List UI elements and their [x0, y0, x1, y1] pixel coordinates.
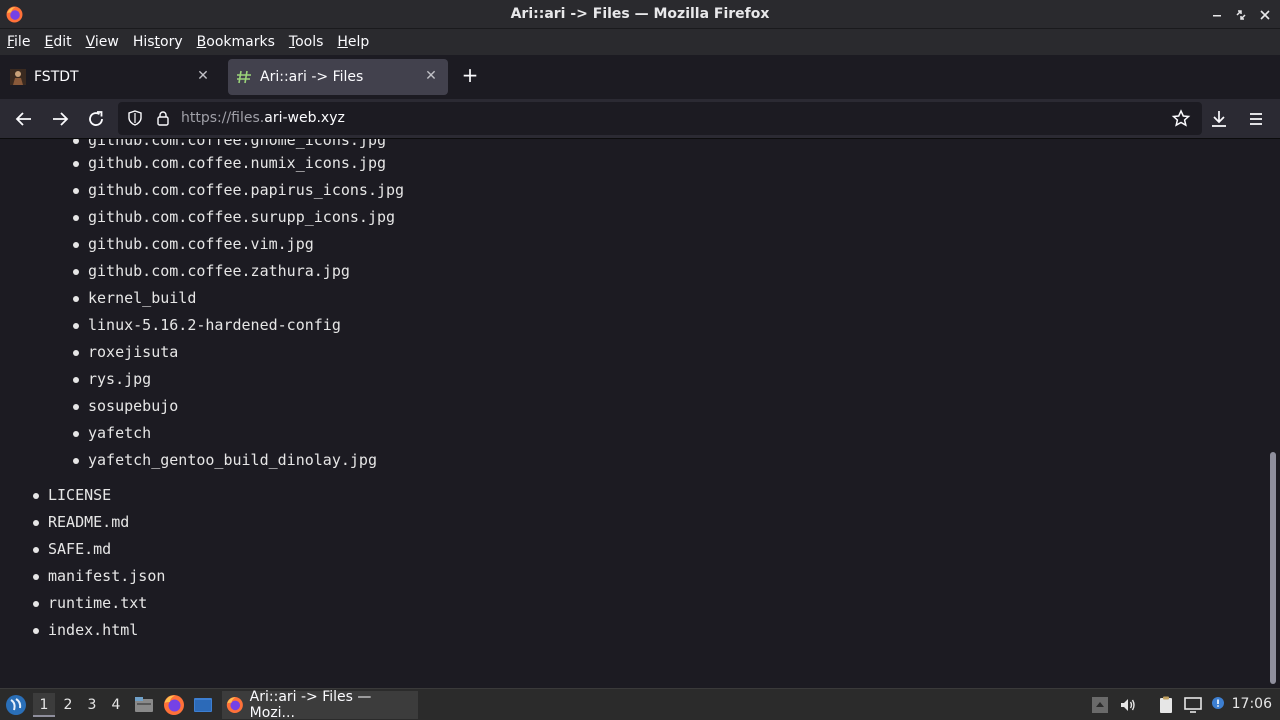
- list-item[interactable]: yafetch_gentoo_build_dinolay.jpg: [73, 450, 377, 470]
- bullet: [33, 601, 39, 607]
- url-bar[interactable]: https://files.ari-web.xyz: [118, 102, 1202, 135]
- display-icon[interactable]: [1183, 695, 1203, 715]
- menu-bookmarks[interactable]: Bookmarks: [197, 34, 275, 50]
- window-title: Ari::ari -> Files — Mozilla Firefox: [510, 6, 770, 22]
- tab-label: Ari::ari -> Files: [260, 69, 364, 85]
- list-item[interactable]: yafetch: [73, 423, 151, 443]
- bullet: [73, 296, 79, 302]
- list-item[interactable]: LICENSE: [33, 485, 111, 505]
- bullet: [73, 323, 79, 329]
- bullet: [33, 493, 39, 499]
- volume-icon[interactable]: [1118, 695, 1138, 715]
- bullet: [73, 377, 79, 383]
- page-scrollbar[interactable]: [1266, 139, 1280, 688]
- file-manager-icon[interactable]: [133, 694, 155, 716]
- menu-bar: File Edit View History Bookmarks Tools H…: [0, 29, 1280, 55]
- tab-fstdt[interactable]: FSTDT ✕: [8, 59, 220, 95]
- bookmark-star-icon[interactable]: [1169, 107, 1193, 131]
- list-item[interactable]: github.com.coffee.gnome_icons.jpg: [73, 139, 386, 150]
- menu-help[interactable]: Help: [337, 34, 369, 50]
- list-item[interactable]: github.com.coffee.numix_icons.jpg: [73, 153, 386, 173]
- clipboard-icon[interactable]: [1156, 695, 1176, 715]
- lock-icon[interactable]: [155, 110, 171, 126]
- list-item[interactable]: runtime.txt: [33, 593, 147, 613]
- workspace-1[interactable]: 1: [33, 693, 55, 717]
- forward-arrow-icon[interactable]: [48, 107, 72, 131]
- menu-edit[interactable]: Edit: [44, 34, 71, 50]
- list-item[interactable]: manifest.json: [33, 566, 165, 586]
- list-item[interactable]: rys.jpg: [73, 369, 151, 389]
- bullet: [73, 404, 79, 410]
- tab-close-icon[interactable]: ✕: [194, 67, 212, 85]
- bullet: [73, 188, 79, 194]
- bullet: [33, 520, 39, 526]
- tab-bar: FSTDT ✕ Ari::ari -> Files ✕: [0, 55, 1280, 99]
- close-icon[interactable]: [1256, 6, 1274, 24]
- clock[interactable]: 17:06: [1232, 696, 1272, 712]
- notification-icon[interactable]: [1208, 695, 1228, 715]
- taskbar-firefox-window[interactable]: Ari::ari -> Files — Mozi...: [222, 689, 418, 720]
- list-item[interactable]: github.com.coffee.papirus_icons.jpg: [73, 180, 404, 200]
- menu-file[interactable]: File: [7, 34, 30, 50]
- menu-history[interactable]: History: [133, 34, 183, 50]
- list-item[interactable]: linux-5.16.2-hardened-config: [73, 315, 341, 335]
- bullet: [73, 242, 79, 248]
- workspace-2[interactable]: 2: [57, 693, 79, 717]
- tab-label: FSTDT: [34, 69, 79, 85]
- start-menu-icon[interactable]: [5, 694, 27, 716]
- navigation-toolbar: https://files.ari-web.xyz: [0, 99, 1280, 139]
- back-arrow-icon[interactable]: [12, 107, 36, 131]
- hash-favicon-icon: [237, 70, 251, 84]
- menu-tools[interactable]: Tools: [289, 34, 324, 50]
- task-label: Ari::ari -> Files — Mozi...: [249, 689, 372, 720]
- window-titlebar: Ari::ari -> Files — Mozilla Firefox: [0, 0, 1280, 29]
- list-item[interactable]: sosupebujo: [73, 396, 178, 416]
- list-item[interactable]: index.html: [33, 620, 138, 640]
- tab-ari-files[interactable]: Ari::ari -> Files ✕: [228, 59, 448, 95]
- reload-icon[interactable]: [84, 107, 108, 131]
- bullet: [73, 458, 79, 464]
- tray-expand-icon[interactable]: [1090, 695, 1110, 715]
- bullet: [73, 215, 79, 221]
- hamburger-menu-icon[interactable]: [1244, 107, 1268, 131]
- new-tab-button[interactable]: +: [459, 64, 481, 86]
- menu-view[interactable]: View: [86, 34, 119, 50]
- bullet: [73, 350, 79, 356]
- page-content: github.com.coffee.gnome_icons.jpg github…: [0, 139, 1266, 688]
- bullet: [33, 547, 39, 553]
- download-icon[interactable]: [1207, 107, 1231, 131]
- list-item[interactable]: roxejisuta: [73, 342, 178, 362]
- list-item[interactable]: github.com.coffee.surupp_icons.jpg: [73, 207, 395, 227]
- bullet: [33, 574, 39, 580]
- terminal-icon[interactable]: [192, 694, 214, 716]
- bullet: [73, 269, 79, 275]
- list-item[interactable]: github.com.coffee.zathura.jpg: [73, 261, 350, 281]
- minimize-icon[interactable]: [1208, 6, 1226, 24]
- url-text[interactable]: https://files.ari-web.xyz: [181, 110, 345, 126]
- bullet: [33, 628, 39, 634]
- bullet: [73, 431, 79, 437]
- list-item[interactable]: kernel_build: [73, 288, 196, 308]
- bullet: [73, 161, 79, 167]
- list-item[interactable]: SAFE.md: [33, 539, 111, 559]
- list-item[interactable]: github.com.coffee.vim.jpg: [73, 234, 314, 254]
- firefox-launcher-icon[interactable]: [163, 694, 185, 716]
- workspace-3[interactable]: 3: [81, 693, 103, 717]
- avatar-favicon-icon: [10, 69, 26, 85]
- tracking-shield-icon[interactable]: [127, 110, 143, 126]
- bullet: [73, 139, 79, 144]
- workspace-4[interactable]: 4: [105, 693, 127, 717]
- maximize-icon[interactable]: [1232, 6, 1250, 24]
- firefox-icon: [226, 696, 243, 714]
- tab-close-icon[interactable]: ✕: [422, 67, 440, 85]
- system-taskbar: 1 2 3 4 Ari::ari -> Files — Mozi... 17:0…: [0, 688, 1280, 720]
- scrollbar-thumb[interactable]: [1270, 452, 1276, 684]
- list-item[interactable]: README.md: [33, 512, 129, 532]
